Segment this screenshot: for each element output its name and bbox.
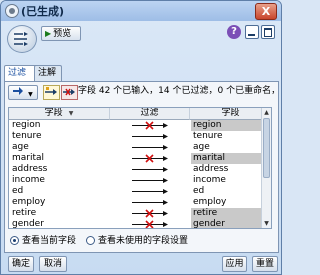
input-field-name: age [12, 142, 29, 152]
column-header-field[interactable]: 字段 ▼ [9, 108, 110, 120]
pass-arrow-icon[interactable] [110, 142, 189, 153]
tab-filter[interactable]: 过滤 [4, 65, 38, 82]
filter-options-dropdown[interactable]: ▼ [8, 85, 38, 100]
scroll-thumb[interactable] [263, 118, 270, 178]
sort-desc-icon: ▼ [68, 110, 74, 117]
radio-view-unused[interactable]: 查看未使用的字段设置 [86, 235, 188, 247]
filtered-arrow-icon[interactable] [110, 219, 189, 228]
input-field-name: gender [12, 219, 44, 229]
preview-label: 预览 [53, 29, 72, 39]
input-field-name: income [12, 175, 45, 185]
radio-selected-icon [10, 236, 19, 245]
output-field-name[interactable]: income [191, 175, 271, 186]
output-field-name[interactable]: tenure [191, 131, 271, 142]
dropdown-caret: ▼ [28, 91, 33, 98]
apply-button[interactable]: 应用 [222, 256, 247, 272]
close-button[interactable]: X [255, 3, 277, 20]
filter-all-fields-button[interactable] [61, 85, 78, 100]
output-field-name[interactable]: gender [191, 219, 271, 228]
table-row[interactable]: address address [9, 164, 271, 175]
output-field-name[interactable]: marital [191, 153, 271, 164]
table-row[interactable]: age age [9, 142, 271, 153]
input-field-name: employ [12, 197, 46, 207]
reset-button[interactable]: 重置 [252, 256, 278, 272]
output-field-name[interactable]: ed [191, 186, 271, 197]
filter-dialog: (已生成) X ▶ 预览 ? 过滤 注解 ▼ 字段 42 个已输入，14 个已过… [0, 0, 282, 275]
header-field-label: 字段 [44, 108, 63, 118]
radio-unselected-icon [86, 236, 95, 245]
help-icon[interactable]: ? [227, 25, 241, 39]
play-icon: ▶ [45, 29, 52, 38]
table-row[interactable]: ed ed [9, 186, 271, 197]
filter-dropdown-icon [13, 87, 28, 99]
radio-view-current-label: 查看当前字段 [22, 236, 77, 246]
minimize-icon[interactable] [245, 25, 259, 39]
table-row[interactable]: employ employ [9, 197, 271, 208]
pass-arrow-icon[interactable] [110, 175, 189, 186]
pass-all-fields-button[interactable] [43, 85, 60, 100]
input-field-name: region [12, 120, 41, 130]
filter-node-icon [7, 25, 37, 53]
table-row[interactable]: income income [9, 175, 271, 186]
filter-options-bar: ▼ 字段 42 个已输入，14 个已过滤，0 个已重命名，28 [5, 82, 278, 100]
input-field-name: retire [12, 208, 37, 218]
radio-view-current[interactable]: 查看当前字段 [10, 235, 76, 247]
input-field-name: tenure [12, 131, 42, 141]
node-type-icon [5, 4, 19, 18]
column-header-filter[interactable]: 过滤 [110, 108, 190, 120]
column-header-output-field[interactable]: 字段 [190, 108, 271, 120]
cancel-button[interactable]: 取消 [39, 256, 67, 272]
filtered-arrow-icon[interactable] [110, 120, 189, 131]
output-field-name[interactable]: address [191, 164, 271, 175]
pass-arrow-icon[interactable] [110, 186, 189, 197]
table-row[interactable]: marital marital [9, 153, 271, 164]
table-row[interactable]: tenure tenure [9, 131, 271, 142]
pass-arrow-icon[interactable] [110, 131, 189, 142]
toolbar: ▶ 预览 ? [1, 21, 281, 53]
tab-annotation[interactable]: 注解 [34, 65, 62, 81]
pass-arrow-icon[interactable] [110, 164, 189, 175]
pass-arrow-icon[interactable] [110, 197, 189, 208]
output-field-name[interactable]: employ [191, 197, 271, 208]
radio-view-unused-label: 查看未使用的字段设置 [98, 236, 189, 246]
table-row[interactable]: gender gender [9, 219, 271, 229]
input-field-name: marital [12, 153, 45, 163]
output-field-name[interactable]: region [191, 120, 271, 131]
window-title: (已生成) [21, 5, 65, 18]
scroll-down-icon[interactable]: ▼ [263, 220, 270, 227]
field-summary-text: 字段 42 个已输入，14 个已过滤，0 个已重命名，28 [78, 86, 276, 96]
filter-panel: ▼ 字段 42 个已输入，14 个已过滤，0 个已重命名，28 字段 ▼ 过滤 字… [4, 81, 279, 253]
output-field-name[interactable]: retire [191, 208, 271, 219]
title-bar: (已生成) X [1, 1, 281, 21]
preview-button[interactable]: ▶ 预览 [41, 26, 81, 41]
ok-button[interactable]: 确定 [8, 256, 34, 272]
maximize-icon[interactable] [261, 25, 275, 39]
vertical-scrollbar[interactable]: ▲ ▼ [261, 108, 271, 228]
input-field-name: address [12, 164, 48, 174]
filtered-arrow-icon[interactable] [110, 153, 189, 164]
scroll-up-icon[interactable]: ▲ [263, 109, 270, 116]
table-row[interactable]: retire retire [9, 208, 271, 219]
output-field-name[interactable]: age [191, 142, 271, 153]
table-row[interactable]: region region [9, 120, 271, 131]
input-field-name: ed [12, 186, 24, 196]
field-table: 字段 ▼ 过滤 字段 region region tenure tenure age age… [8, 107, 272, 229]
filtered-arrow-icon[interactable] [110, 208, 189, 219]
